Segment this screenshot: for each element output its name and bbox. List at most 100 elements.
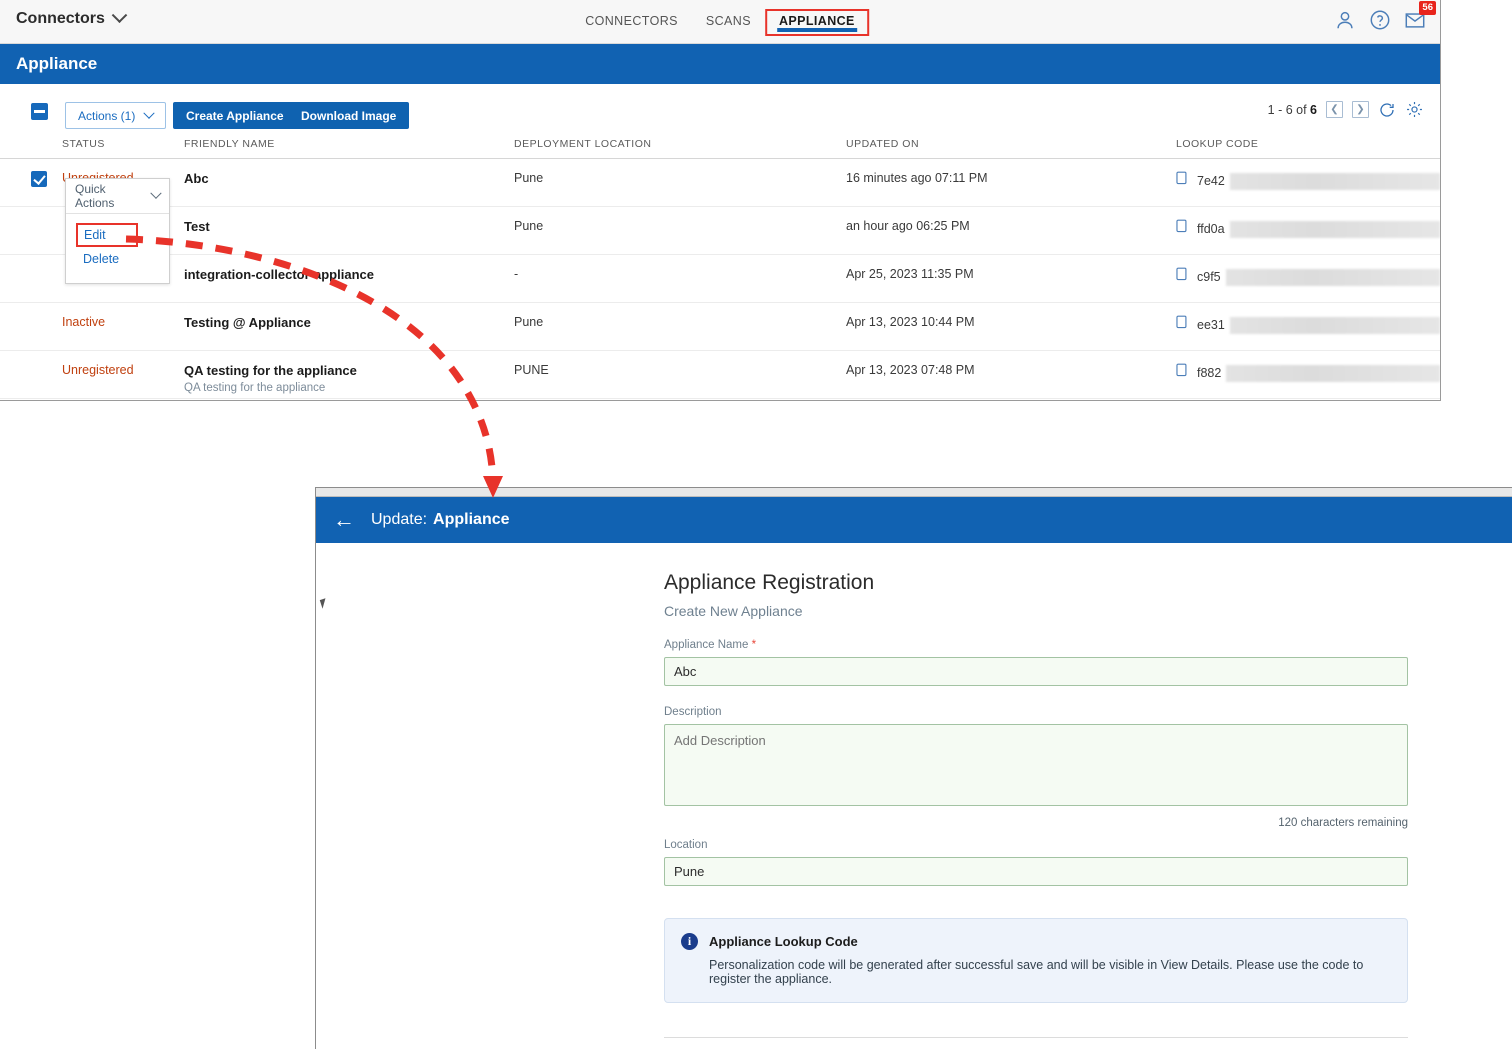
row-deployment-location: Pune xyxy=(514,171,846,185)
create-appliance-button[interactable]: Create Appliance xyxy=(173,102,297,129)
row-lookup-code: ffd0a xyxy=(1176,219,1440,239)
list-toolbar: Actions (1) Create Appliance Download Im… xyxy=(0,84,1440,138)
chevron-right-icon[interactable]: ❯ xyxy=(1352,101,1369,118)
refresh-icon[interactable] xyxy=(1378,101,1396,119)
actions-dropdown-button[interactable]: Actions (1) xyxy=(65,102,166,129)
download-image-button[interactable]: Download Image xyxy=(288,102,409,129)
modal-top-strip xyxy=(316,488,1512,497)
copy-icon[interactable] xyxy=(1176,219,1189,239)
tab-connectors[interactable]: CONNECTORS xyxy=(571,12,692,30)
appliance-name-input[interactable] xyxy=(664,657,1408,686)
arrow-left-icon[interactable]: ← xyxy=(333,509,355,531)
row-lookup-code: c9f5 xyxy=(1176,267,1440,287)
chevron-down-icon xyxy=(144,107,155,118)
table-row[interactable]: InactiveTesting @ AppliancePuneApr 13, 2… xyxy=(0,303,1440,351)
location-label: Location xyxy=(664,839,1408,851)
nav-right-icons: 56 xyxy=(1334,9,1426,31)
pagination-total: 6 xyxy=(1310,103,1317,117)
column-status: STATUS xyxy=(62,138,184,150)
page-title: Appliance xyxy=(0,44,1440,84)
row-updated-on: Apr 13, 2023 10:44 PM xyxy=(846,315,1176,329)
quick-action-delete[interactable]: Delete xyxy=(66,247,169,271)
copy-icon[interactable] xyxy=(1176,363,1189,383)
row-friendly-name: Abc xyxy=(184,171,514,186)
page-title-label: Appliance xyxy=(16,54,97,74)
global-nav: Connectors CONNECTORS SCANS APPLIANCE xyxy=(0,0,1440,44)
row-friendly-name: Test xyxy=(184,219,514,234)
row-deployment-location: Pune xyxy=(514,315,846,329)
row-updated-on: Apr 25, 2023 11:35 PM xyxy=(846,267,1176,281)
table-row[interactable]: UnregisteredAbcPune16 minutes ago 07:11 … xyxy=(0,159,1440,207)
redacted-code xyxy=(1230,221,1440,238)
column-lookup-code: LOOKUP CODE xyxy=(1176,138,1440,150)
table-row[interactable]: UnregisteredQA testing for the appliance… xyxy=(0,351,1440,399)
redacted-code xyxy=(1226,269,1440,286)
modal-header: ← Update: Appliance xyxy=(316,497,1512,543)
appliance-registration-form: Appliance Registration Create New Applia… xyxy=(664,571,1408,1049)
mail-icon[interactable]: 56 xyxy=(1404,9,1426,31)
column-friendly-name: FRIENDLY NAME xyxy=(184,138,514,150)
update-appliance-modal: ← Update: Appliance Appliance Registrati… xyxy=(315,487,1512,1049)
lookup-code-info-box: i Appliance Lookup Code Personalization … xyxy=(664,918,1408,1003)
help-icon[interactable] xyxy=(1369,9,1391,31)
gear-icon[interactable] xyxy=(1405,100,1424,119)
row-updated-on: Apr 13, 2023 07:48 PM xyxy=(846,363,1176,377)
location-input[interactable] xyxy=(664,857,1408,886)
row-friendly-name: integration-collector-appliance xyxy=(184,267,514,282)
tab-appliance[interactable]: APPLIANCE xyxy=(765,9,869,36)
row-updated-on: 16 minutes ago 07:11 PM xyxy=(846,171,1176,185)
info-box-text: Personalization code will be generated a… xyxy=(681,958,1391,986)
row-status: Inactive xyxy=(62,315,184,329)
quick-actions-menu: Quick Actions Edit Delete xyxy=(65,178,170,284)
lookup-code-text: ffd0a xyxy=(1197,222,1225,236)
row-lookup-code: f882 xyxy=(1176,363,1440,383)
brand-label: Connectors xyxy=(16,10,105,28)
select-all-checkbox[interactable] xyxy=(31,103,48,120)
chevron-down-icon[interactable] xyxy=(112,7,128,23)
nav-tabs: CONNECTORS SCANS APPLIANCE xyxy=(571,12,869,36)
form-divider xyxy=(664,1037,1408,1038)
tab-appliance-label: APPLIANCE xyxy=(779,14,855,28)
info-icon: i xyxy=(681,933,698,950)
actions-label: Actions (1) xyxy=(78,109,135,123)
user-icon[interactable] xyxy=(1334,9,1356,31)
description-label: Description xyxy=(664,706,1408,718)
required-marker: * xyxy=(752,639,756,651)
table-row[interactable]: TestPunean hour ago 06:25 PMffd0a xyxy=(0,207,1440,255)
appliance-table: STATUS FRIENDLY NAME DEPLOYMENT LOCATION… xyxy=(0,138,1440,399)
row-deployment-location: PUNE xyxy=(514,363,846,377)
appliance-list-panel: Connectors CONNECTORS SCANS APPLIANCE xyxy=(0,0,1441,401)
form-subtitle: Create New Appliance xyxy=(664,603,1408,619)
field-location: Location xyxy=(664,839,1408,886)
row-name-subtitle: QA testing for the appliance xyxy=(184,382,514,394)
appliance-name-label: Appliance Name * xyxy=(664,639,1408,651)
cursor-pointer-icon xyxy=(320,598,328,608)
field-appliance-name: Appliance Name * xyxy=(664,639,1408,686)
description-textarea[interactable] xyxy=(664,724,1408,806)
tab-scans-label: SCANS xyxy=(706,14,751,28)
quick-action-edit[interactable]: Edit xyxy=(76,223,138,247)
redacted-code xyxy=(1226,365,1440,382)
quick-actions-toggle[interactable]: Quick Actions xyxy=(66,179,169,214)
copy-icon[interactable] xyxy=(1176,315,1189,335)
redacted-code xyxy=(1230,317,1440,334)
row-friendly-name: Testing @ Appliance xyxy=(184,315,514,330)
pagination: 1 - 6 of 6 ❮ ❯ xyxy=(1268,100,1424,119)
row-checkbox[interactable] xyxy=(31,171,47,187)
lookup-code-text: ee31 xyxy=(1197,318,1225,332)
row-status: Unregistered xyxy=(62,363,184,377)
row-friendly-name: QA testing for the applianceQA testing f… xyxy=(184,363,514,394)
brand-menu[interactable]: Connectors xyxy=(16,10,125,28)
copy-icon[interactable] xyxy=(1176,171,1189,191)
tab-active-underline xyxy=(777,28,857,32)
table-header: STATUS FRIENDLY NAME DEPLOYMENT LOCATION… xyxy=(0,138,1440,159)
copy-icon[interactable] xyxy=(1176,267,1189,287)
quick-actions-label: Quick Actions xyxy=(75,182,145,210)
pagination-range: 1 - 6 of 6 xyxy=(1268,103,1317,117)
table-row[interactable]: integration-collector-appliance-Apr 25, … xyxy=(0,255,1440,303)
tab-connectors-label: CONNECTORS xyxy=(585,14,678,28)
row-lookup-code: 7e42 xyxy=(1176,171,1440,191)
form-title: Appliance Registration xyxy=(664,571,1408,595)
tab-scans[interactable]: SCANS xyxy=(692,12,765,30)
chevron-left-icon[interactable]: ❮ xyxy=(1326,101,1343,118)
